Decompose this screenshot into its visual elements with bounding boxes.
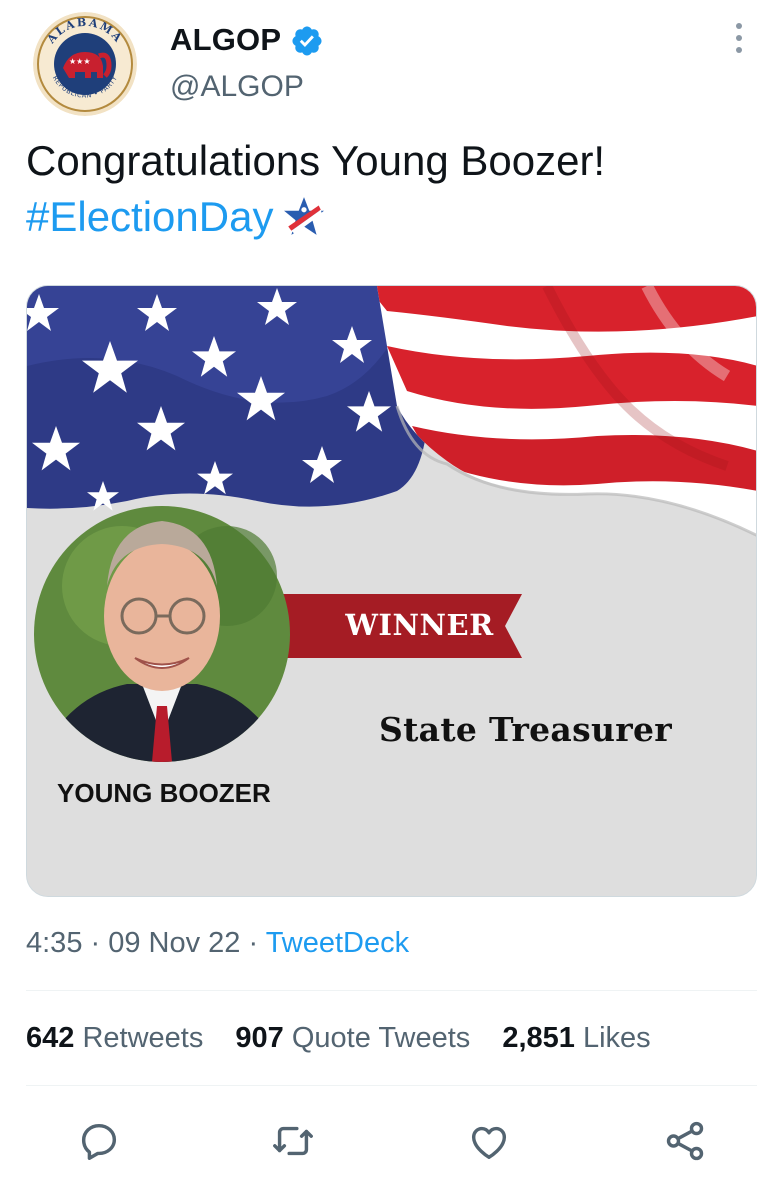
likes-stat[interactable]: 2,851 Likes xyxy=(502,1022,650,1054)
display-name[interactable]: ALGOP xyxy=(170,22,281,58)
share-icon[interactable] xyxy=(662,1118,708,1164)
tweet-header: ★★★ ALABAMA REPUBLICAN • PARTY ALGOP @AL… xyxy=(0,0,783,120)
tweet-text: Congratulations Young Boozer! #ElectionD… xyxy=(26,133,756,245)
candidate-name: YOUNG BOOZER xyxy=(57,778,271,808)
media-image[interactable]: WINNER State Treasurer YOUNG BOOZER xyxy=(26,285,757,897)
candidate-photo xyxy=(34,506,290,762)
tweet-time[interactable]: 4:35 xyxy=(26,927,82,959)
verified-badge-icon xyxy=(292,26,322,56)
meta-separator: · xyxy=(82,927,109,959)
divider xyxy=(26,1085,757,1086)
quote-tweets-stat[interactable]: 907 Quote Tweets xyxy=(235,1022,470,1054)
handle[interactable]: @ALGOP xyxy=(170,70,304,104)
divider xyxy=(26,990,757,991)
reply-icon[interactable] xyxy=(76,1118,122,1164)
avatar[interactable]: ★★★ ALABAMA REPUBLICAN • PARTY xyxy=(33,12,137,116)
star-emoji-icon xyxy=(284,197,325,235)
tweet-meta: 4:35 · 09 Nov 22 · TweetDeck xyxy=(26,927,409,960)
tweet-date[interactable]: 09 Nov 22 xyxy=(108,927,240,959)
retweets-stat[interactable]: 642 Retweets xyxy=(26,1022,203,1054)
svg-text:★★★: ★★★ xyxy=(69,57,91,66)
retweet-icon[interactable] xyxy=(270,1118,316,1164)
meta-separator: · xyxy=(240,927,266,959)
more-options-icon[interactable] xyxy=(726,18,752,58)
hashtag-link[interactable]: #ElectionDay xyxy=(26,193,273,240)
tweet-stats: 642 Retweets 907 Quote Tweets 2,851 Like… xyxy=(26,1022,675,1055)
tweet-source[interactable]: TweetDeck xyxy=(266,927,409,959)
like-icon[interactable] xyxy=(466,1118,512,1164)
tweet-actions xyxy=(0,1110,783,1170)
winner-label: WINNER xyxy=(345,608,494,642)
tweet-text-line: Congratulations Young Boozer! xyxy=(26,137,606,184)
office-title: State Treasurer xyxy=(379,710,672,749)
